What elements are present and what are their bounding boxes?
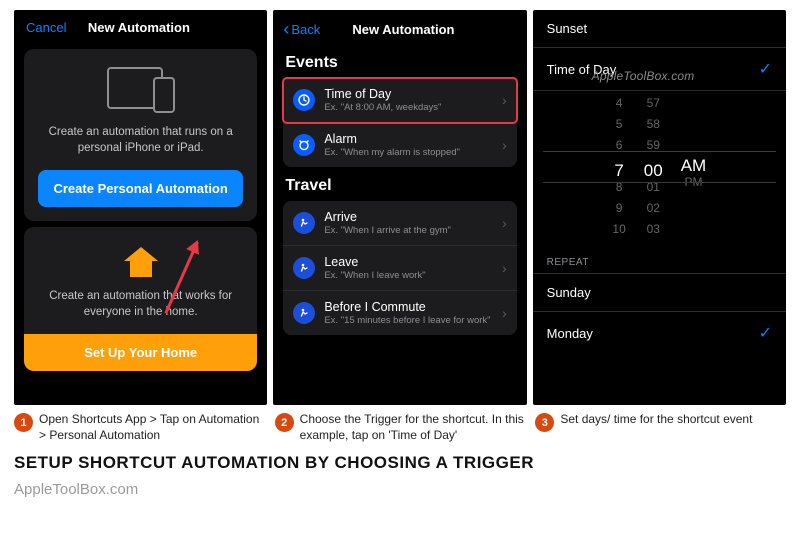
row-subtitle: Ex. "When I arrive at the gym" — [324, 225, 493, 236]
step-number-badge: 1 — [14, 413, 33, 432]
checkmark-icon: ✓ — [759, 323, 772, 343]
section-header-events: Events — [273, 44, 526, 78]
trigger-row-arrive[interactable]: Arrive Ex. "When I arrive at the gym" › — [283, 201, 516, 246]
personal-automation-card: Create an automation that runs on a pers… — [24, 49, 257, 221]
headline: SETUP SHORTCUT AUTOMATION BY CHOOSING A … — [14, 453, 786, 473]
row-label: Leave — [324, 255, 493, 269]
step-captions: 1 Open Shortcuts App > Tap on Automation… — [14, 411, 786, 443]
trigger-row-commute[interactable]: Before I Commute Ex. "15 minutes before … — [283, 291, 516, 335]
chevron-right-icon: › — [502, 260, 507, 276]
watermark: AppleToolBox.com — [592, 69, 695, 83]
option-sunset[interactable]: Sunset — [533, 10, 786, 48]
setup-home-button[interactable]: Set Up Your Home — [24, 334, 257, 371]
row-subtitle: Ex. "15 minutes before I leave for work" — [324, 315, 493, 326]
chevron-right-icon: › — [502, 137, 507, 153]
picker-ampm-column[interactable]: AM PM — [681, 94, 707, 231]
day-label: Sunday — [547, 285, 591, 300]
step-number-badge: 3 — [535, 413, 554, 432]
devices-icon — [101, 67, 181, 113]
step-2-text: Choose the Trigger for the shortcut. In … — [300, 411, 526, 443]
home-automation-card: Create an automation that works for ever… — [24, 227, 257, 371]
nav-bar: ‹ Back New Automation — [273, 10, 526, 44]
step-number-badge: 2 — [275, 413, 294, 432]
card-description: Create an automation that works for ever… — [38, 289, 243, 320]
trigger-row-leave[interactable]: Leave Ex. "When I leave work" › — [283, 246, 516, 291]
day-label: Monday — [547, 326, 593, 341]
time-picker[interactable]: 4 5 6 7 8 9 10 57 58 59 00 01 02 03 — [533, 91, 786, 241]
nav-bar: Cancel New Automation — [14, 10, 267, 43]
footer-credit: AppleToolBox.com — [14, 481, 786, 498]
section-header-travel: Travel — [273, 167, 526, 201]
nav-title: New Automation — [88, 20, 190, 35]
checkmark-icon: ✓ — [759, 59, 772, 79]
chevron-right-icon: › — [502, 305, 507, 321]
row-label: Alarm — [324, 132, 493, 146]
chevron-right-icon: › — [502, 92, 507, 108]
step-3-text: Set days/ time for the shortcut event — [560, 411, 752, 427]
alarm-icon — [293, 134, 315, 156]
arrive-icon — [293, 212, 315, 234]
row-label: Time of Day — [324, 87, 493, 101]
create-personal-automation-button[interactable]: Create Personal Automation — [38, 170, 243, 207]
picker-minute-column[interactable]: 57 58 59 00 01 02 03 — [644, 94, 663, 231]
repeat-row-monday[interactable]: Monday ✓ — [533, 311, 786, 354]
back-chevron-icon[interactable]: ‹ — [283, 20, 289, 38]
step-1-text: Open Shortcuts App > Tap on Automation >… — [39, 411, 265, 443]
cancel-button[interactable]: Cancel — [26, 20, 66, 35]
card-description: Create an automation that runs on a pers… — [38, 125, 243, 156]
row-subtitle: Ex. "At 8:00 AM, weekdays" — [324, 102, 493, 113]
row-label: Before I Commute — [324, 300, 493, 314]
commute-icon — [293, 302, 315, 324]
row-subtitle: Ex. "When I leave work" — [324, 270, 493, 281]
option-time-of-day[interactable]: Time of Day ✓ AppleToolBox.com — [533, 48, 786, 91]
option-label: Sunset — [547, 21, 587, 36]
clock-icon — [293, 89, 315, 111]
nav-title: New Automation — [290, 22, 516, 37]
trigger-row-time-of-day[interactable]: Time of Day Ex. "At 8:00 AM, weekdays" › — [283, 78, 516, 123]
picker-hour-column[interactable]: 4 5 6 7 8 9 10 — [612, 94, 625, 231]
repeat-row-sunday[interactable]: Sunday — [533, 273, 786, 311]
leave-icon — [293, 257, 315, 279]
row-label: Arrive — [324, 210, 493, 224]
screen-1-new-automation: Cancel New Automation Create an automati… — [14, 10, 267, 405]
screen-2-choose-trigger: ‹ Back New Automation Events Time of Day… — [273, 10, 526, 405]
screen-3-time-settings: Sunset Time of Day ✓ AppleToolBox.com 4 … — [533, 10, 786, 405]
chevron-right-icon: › — [502, 215, 507, 231]
trigger-row-alarm[interactable]: Alarm Ex. "When my alarm is stopped" › — [283, 123, 516, 167]
row-subtitle: Ex. "When my alarm is stopped" — [324, 147, 493, 158]
section-header-repeat: Repeat — [533, 241, 786, 273]
home-icon — [124, 247, 158, 277]
